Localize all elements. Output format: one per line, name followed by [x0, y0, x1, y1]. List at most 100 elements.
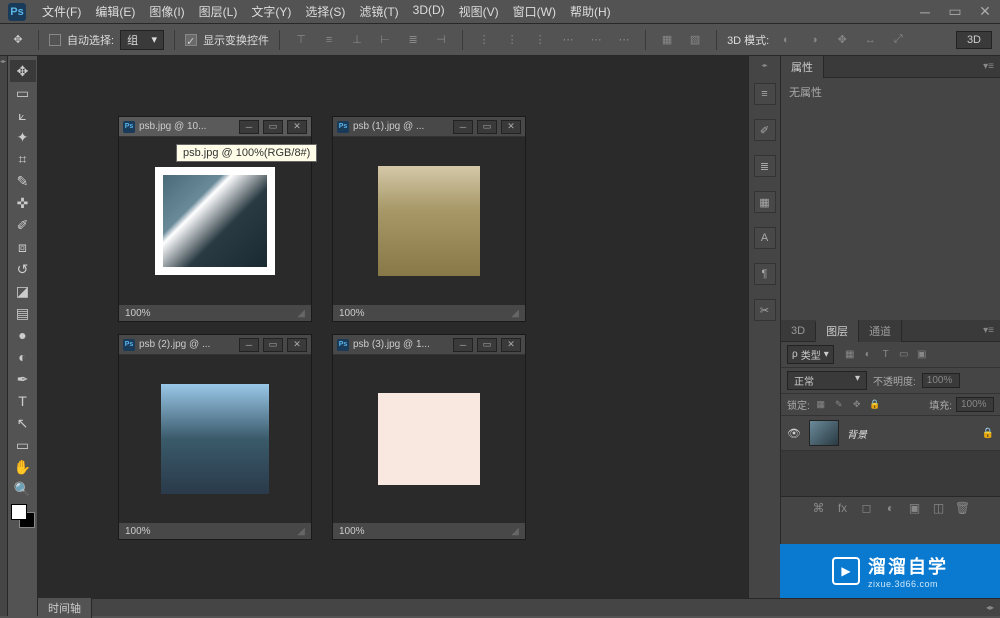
panel-menu-icon[interactable]: ▾≡	[977, 325, 1000, 336]
minimize-button[interactable]: ─	[910, 2, 940, 22]
switch-3d-button[interactable]: 3D	[956, 31, 992, 49]
character-panel-icon[interactable]: A	[754, 227, 776, 249]
healing-brush-tool[interactable]: ✜	[10, 192, 36, 214]
layer-name[interactable]: 背景	[847, 426, 867, 441]
distribute-right-icon[interactable]: ⋯	[613, 29, 635, 51]
blend-mode-select[interactable]: 正常▾	[787, 371, 867, 390]
align-vcenter-icon[interactable]: ≡	[318, 29, 340, 51]
doc-close-button[interactable]: ✕	[287, 338, 307, 352]
document-window-4[interactable]: Ps psb (3).jpg @ 1... ─ ▭ ✕ 100% ◢	[332, 334, 526, 540]
toolbar-collapse-strip[interactable]	[0, 56, 8, 616]
doc-maximize-button[interactable]: ▭	[477, 338, 497, 352]
gradient-tool[interactable]: ▤	[10, 302, 36, 324]
history-brush-tool[interactable]: ↺	[10, 258, 36, 280]
distribute-hcenter-icon[interactable]: ⋯	[585, 29, 607, 51]
eraser-tool[interactable]: ◪	[10, 280, 36, 302]
adjustment-layer-icon[interactable]: ◐	[883, 501, 899, 515]
doc-maximize-button[interactable]: ▭	[263, 338, 283, 352]
lock-transparency-icon[interactable]: ▦	[814, 398, 828, 412]
new-layer-icon[interactable]: ◫	[931, 501, 947, 515]
timeline-tab[interactable]: 时间轴	[38, 598, 92, 618]
auto-select-target[interactable]: 组▾	[120, 30, 164, 50]
delete-layer-icon[interactable]: 🗑	[955, 501, 971, 515]
doc-minimize-button[interactable]: ─	[239, 120, 259, 134]
eyedropper-tool[interactable]: ✎	[10, 170, 36, 192]
align-top-icon[interactable]: ⊤	[290, 29, 312, 51]
doc-minimize-button[interactable]: ─	[453, 338, 473, 352]
auto-select-checkbox[interactable]	[49, 34, 61, 46]
menu-edit[interactable]: 编辑(E)	[89, 1, 141, 22]
timeline-collapse-icon[interactable]: ◂▸	[980, 603, 1000, 612]
panel-menu-icon[interactable]: ▾≡	[977, 61, 1000, 72]
resize-handle-icon[interactable]: ◢	[297, 308, 305, 319]
menu-type[interactable]: 文字(Y)	[245, 1, 297, 22]
history-panel-icon[interactable]: ≡	[754, 83, 776, 105]
menu-layer[interactable]: 图层(L)	[193, 1, 244, 22]
doc-canvas[interactable]	[119, 137, 311, 305]
menu-image[interactable]: 图像(I)	[143, 1, 190, 22]
filter-smart-icon[interactable]: ▣	[914, 348, 930, 362]
align-right-icon[interactable]: ⊣	[430, 29, 452, 51]
doc-close-button[interactable]: ✕	[287, 120, 307, 134]
resize-handle-icon[interactable]: ◢	[511, 308, 519, 319]
filter-adjust-icon[interactable]: ◐	[860, 348, 876, 362]
doc-canvas[interactable]	[333, 137, 525, 305]
scale-3d-icon[interactable]: ⤢	[887, 29, 909, 51]
visibility-toggle-icon[interactable]: 👁	[787, 427, 801, 440]
pen-tool[interactable]: ✒	[10, 368, 36, 390]
pan-3d-icon[interactable]: ✥	[831, 29, 853, 51]
lock-pixels-icon[interactable]: ✎	[832, 398, 846, 412]
align-hcenter-icon[interactable]: ≣	[402, 29, 424, 51]
resize-handle-icon[interactable]: ◢	[511, 526, 519, 537]
doc-maximize-button[interactable]: ▭	[263, 120, 283, 134]
doc-minimize-button[interactable]: ─	[453, 120, 473, 134]
magic-wand-tool[interactable]: ✦	[10, 126, 36, 148]
menu-view[interactable]: 视图(V)	[453, 1, 505, 22]
layer-item-background[interactable]: 👁 背景 🔒	[781, 416, 1000, 451]
doc-close-button[interactable]: ✕	[501, 338, 521, 352]
distribute-left-icon[interactable]: ⋯	[557, 29, 579, 51]
doc-minimize-button[interactable]: ─	[239, 338, 259, 352]
roll-3d-icon[interactable]: ◑	[803, 29, 825, 51]
filter-shape-icon[interactable]: ▭	[896, 348, 912, 362]
menu-window[interactable]: 窗口(W)	[507, 1, 562, 22]
doc-titlebar[interactable]: Ps psb (1).jpg @ ... ─ ▭ ✕	[333, 117, 525, 137]
close-button[interactable]: ✕	[970, 2, 1000, 22]
filter-type-icon[interactable]: T	[878, 348, 894, 362]
filter-pixel-icon[interactable]: ▦	[842, 348, 858, 362]
tab-channels[interactable]: 通道	[859, 320, 902, 342]
doc-maximize-button[interactable]: ▭	[477, 120, 497, 134]
crop-tool[interactable]: ⌗	[10, 148, 36, 170]
marquee-tool[interactable]: ▭	[10, 82, 36, 104]
lasso-tool[interactable]: ⟀	[10, 104, 36, 126]
link-layers-icon[interactable]: ⌘	[811, 501, 827, 515]
menu-help[interactable]: 帮助(H)	[564, 1, 617, 22]
group-icon[interactable]: ▣	[907, 501, 923, 515]
doc-close-button[interactable]: ✕	[501, 120, 521, 134]
doc-canvas[interactable]	[333, 355, 525, 523]
brushes-panel-icon[interactable]: ✐	[754, 119, 776, 141]
move-tool[interactable]: ✥	[10, 60, 36, 82]
auto-blend-icon[interactable]: ▧	[684, 29, 706, 51]
layer-filter-type[interactable]: ρ类型▾	[787, 345, 834, 364]
menu-filter[interactable]: 滤镜(T)	[353, 1, 404, 22]
swatches-panel-icon[interactable]: ≣	[754, 155, 776, 177]
show-transform-checkbox[interactable]: ✓	[185, 34, 197, 46]
tab-3d[interactable]: 3D	[781, 322, 816, 340]
lock-all-icon[interactable]: 🔒	[868, 398, 882, 412]
distribute-vcenter-icon[interactable]: ⋮	[501, 29, 523, 51]
clone-stamp-tool[interactable]: ⧈	[10, 236, 36, 258]
path-selection-tool[interactable]: ↖	[10, 412, 36, 434]
layer-mask-icon[interactable]: ◻	[859, 501, 875, 515]
slide-3d-icon[interactable]: ↔	[859, 29, 881, 51]
opacity-value[interactable]: 100%	[922, 373, 960, 388]
auto-align-icon[interactable]: ▦	[656, 29, 678, 51]
distribute-bottom-icon[interactable]: ⋮	[529, 29, 551, 51]
menu-file[interactable]: 文件(F)	[36, 1, 87, 22]
document-window-3[interactable]: Ps psb (2).jpg @ ... ─ ▭ ✕ 100% ◢	[118, 334, 312, 540]
blur-tool[interactable]: ●	[10, 324, 36, 346]
zoom-tool[interactable]: 🔍	[10, 478, 36, 500]
doc-titlebar[interactable]: Ps psb.jpg @ 10... ─ ▭ ✕	[119, 117, 311, 137]
foreground-color-swatch[interactable]	[11, 504, 27, 520]
tab-layers[interactable]: 图层	[816, 320, 859, 342]
